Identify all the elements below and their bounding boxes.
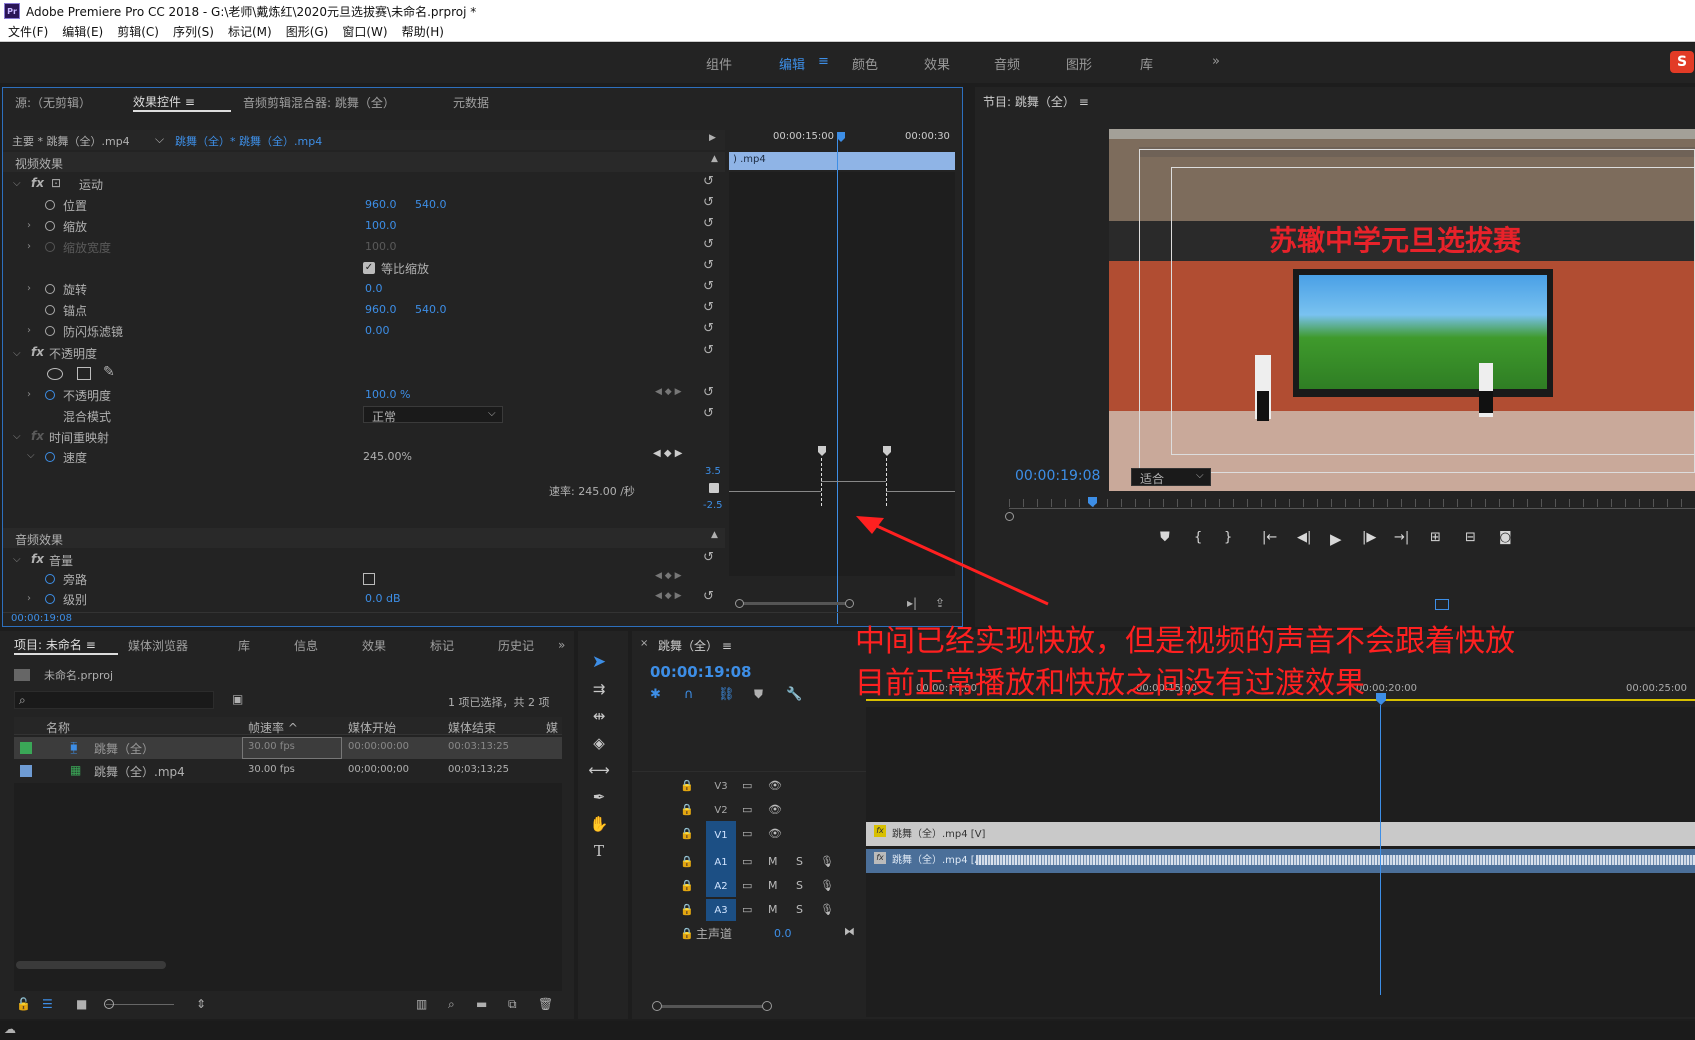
annotation-line-2: 目前正常播放和快放之间没有过渡效果 bbox=[855, 666, 1365, 701]
arrow-head-icon bbox=[856, 516, 884, 534]
annotation-arrow bbox=[856, 516, 1049, 606]
arrow-shaft bbox=[867, 520, 1049, 606]
annotation-line-1: 中间已经实现快放，但是视频的声音不会跟着快放 bbox=[855, 624, 1515, 659]
